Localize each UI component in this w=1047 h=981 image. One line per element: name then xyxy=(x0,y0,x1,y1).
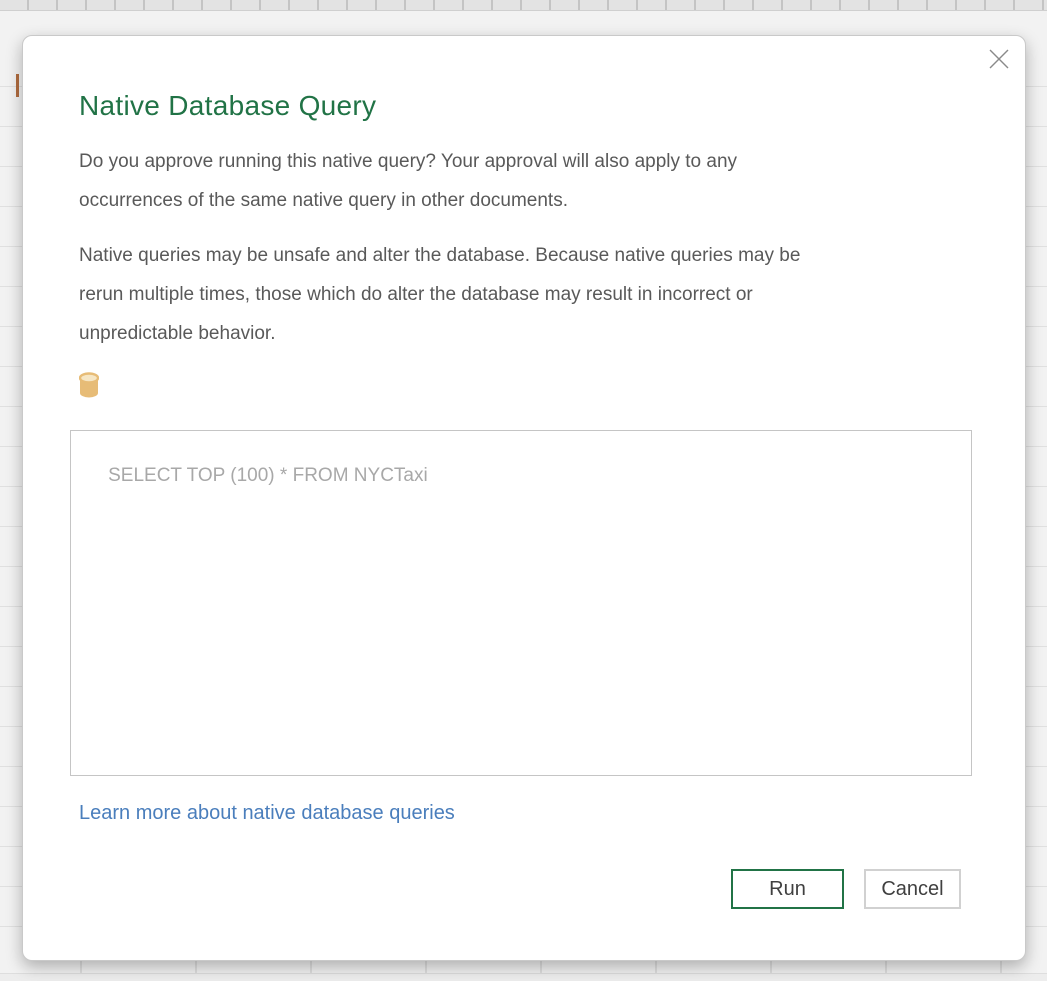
database-icon xyxy=(79,372,99,399)
spreadsheet-grid-line xyxy=(0,973,1047,974)
selected-cell-accent-mark xyxy=(16,74,19,97)
spreadsheet-column-header-strip xyxy=(0,0,1047,11)
query-textbox[interactable]: SELECT TOP (100) * FROM NYCTaxi xyxy=(70,430,972,776)
warning-text: Native queries may be unsafe and alter t… xyxy=(79,236,979,353)
close-icon xyxy=(986,46,1012,75)
close-button[interactable] xyxy=(983,44,1015,76)
approval-question-text: Do you approve running this native query… xyxy=(79,142,979,220)
cancel-button[interactable]: Cancel xyxy=(864,869,961,909)
native-database-query-dialog: Native Database Query Do you approve run… xyxy=(22,35,1026,961)
dialog-title: Native Database Query xyxy=(79,90,376,122)
learn-more-link[interactable]: Learn more about native database queries xyxy=(79,802,455,825)
query-text: SELECT TOP (100) * FROM NYCTaxi xyxy=(108,465,428,486)
run-button[interactable]: Run xyxy=(731,869,844,909)
spreadsheet-grid-columns xyxy=(0,960,1047,981)
